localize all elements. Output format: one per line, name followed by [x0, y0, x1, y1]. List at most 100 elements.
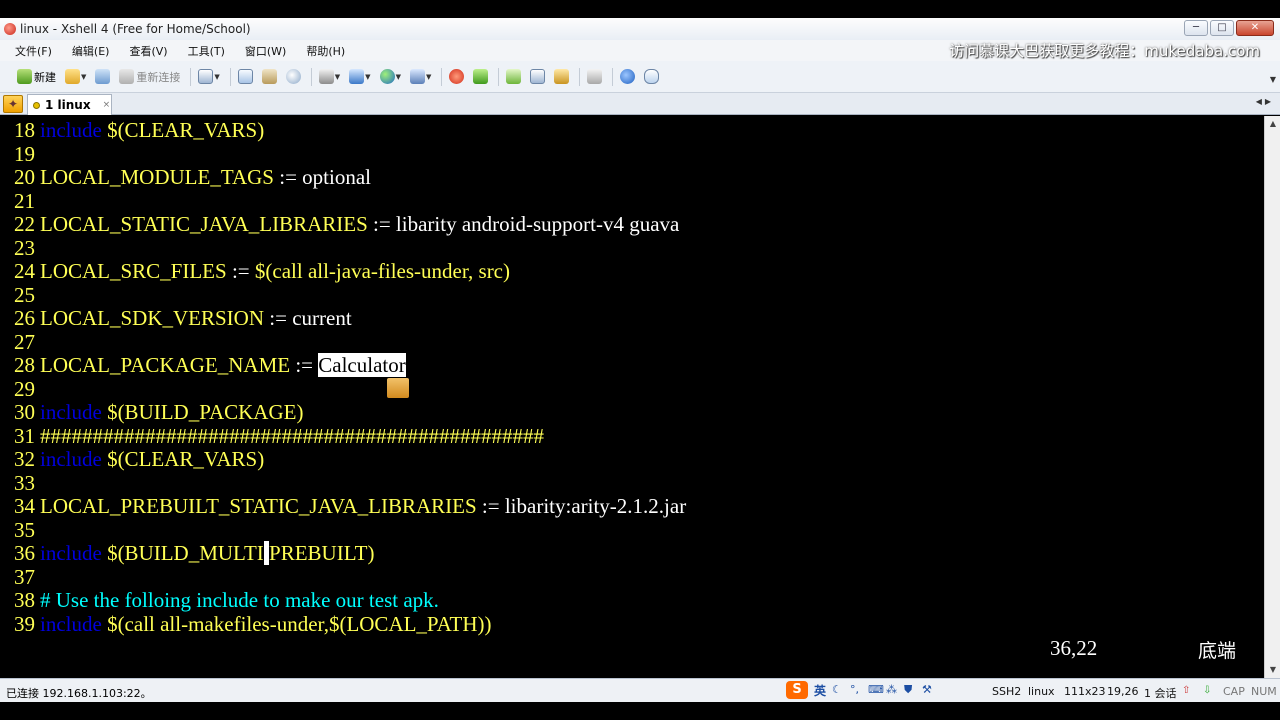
session-manager-icon[interactable]: ✦: [3, 95, 23, 113]
terminal-line: 25: [14, 283, 40, 307]
menu-file[interactable]: 文件(F): [12, 41, 55, 61]
keyboard-button[interactable]: [584, 66, 605, 88]
copy-icon: [237, 69, 253, 84]
chevron-down-icon: ▼: [425, 72, 432, 81]
chevron-down-icon: ▼: [81, 72, 87, 81]
line-number: 37: [14, 564, 35, 589]
xmanager-button[interactable]: [470, 66, 491, 88]
maximize-button[interactable]: □: [1210, 20, 1234, 36]
toolbar-separator: [579, 67, 581, 86]
toolbar-separator: [190, 67, 192, 86]
new-session-button[interactable]: 新建: [14, 66, 59, 88]
terminal-line: 22 LOCAL_STATIC_JAVA_LIBRARIES := libarit…: [14, 212, 679, 236]
terminal-line: 37: [14, 565, 40, 589]
toolbar-separator: [441, 67, 443, 86]
terminal-line: 33: [14, 471, 40, 495]
close-button[interactable]: ✕: [1236, 20, 1274, 36]
paste-button[interactable]: [259, 66, 280, 88]
tab-scroll-arrows-icon[interactable]: ◀▶: [1256, 97, 1274, 106]
moon-icon[interactable]: ☾: [832, 684, 844, 696]
terminal-line: 24 LOCAL_SRC_FILES := $(call all-java-fil…: [14, 259, 510, 283]
code-token: LOCAL_MODULE_TAGS: [40, 165, 274, 189]
shirt-icon[interactable]: ⛊: [904, 684, 916, 696]
keyboard-icon[interactable]: ⌨: [868, 684, 884, 696]
status-bar: 已连接 192.168.1.103:22。 S 英 ☾ °, ⌨ ⁂ ⛊ ⚒ S…: [0, 678, 1280, 702]
skin-icon[interactable]: ⁂: [886, 684, 898, 696]
xshell-app-icon[interactable]: [4, 23, 16, 35]
properties-button[interactable]: ▼: [195, 66, 222, 88]
ime-floating-icon[interactable]: [387, 378, 409, 398]
line-number: 25: [14, 282, 35, 307]
line-number: 38: [14, 588, 35, 612]
scroll-down-icon[interactable]: ▼: [1265, 662, 1280, 678]
menu-window[interactable]: 窗口(W): [242, 41, 289, 61]
include-keyword: include: [40, 611, 102, 636]
grid-icon: [506, 69, 522, 84]
terminal-line: 36 include $(BUILD_MULTI PREBUILT): [14, 541, 374, 565]
terminal-line: 21: [14, 189, 40, 213]
xmanager-icon: [473, 69, 489, 84]
toolbar-separator: [498, 67, 500, 86]
tab-linux[interactable]: 1 linux ×: [27, 94, 112, 115]
terminal-size-label: 111x23: [1064, 685, 1106, 698]
vim-cursor-position: 36,22: [1050, 636, 1098, 660]
mouse-ibeam-icon: I: [814, 390, 820, 411]
open-folder-button[interactable]: ▼: [62, 66, 89, 88]
window-title: linux - Xshell 4 (Free for Home/School): [20, 22, 251, 36]
title-bar: linux - Xshell 4 (Free for Home/School) …: [0, 18, 1280, 40]
terminal-screen[interactable]: 18 include $(CLEAR_VARS) 19 20 LOCAL_MODULE_…: [0, 116, 1264, 678]
line-number: 26: [14, 306, 35, 330]
lock-button[interactable]: [551, 66, 572, 88]
code-text: := optional: [273, 165, 371, 189]
line-number: 29: [14, 376, 35, 401]
menu-tools[interactable]: 工具(T): [185, 41, 228, 61]
line-number: 32: [14, 447, 35, 471]
tab-close-icon[interactable]: ×: [103, 100, 111, 110]
reconnect-button[interactable]: 重新连接: [116, 66, 183, 88]
find-button[interactable]: [283, 66, 304, 88]
transfer-button[interactable]: ▼: [346, 66, 373, 88]
help-button[interactable]: [617, 66, 638, 88]
code-token: LOCAL_PREBUILT_STATIC_JAVA_LIBRARIES: [40, 494, 477, 518]
vertical-scrollbar[interactable]: ▲ ▼: [1264, 116, 1280, 678]
chat-button[interactable]: [641, 66, 662, 88]
globe-button[interactable]: ▼: [377, 66, 404, 88]
terminal-line: 26 LOCAL_SDK_VERSION := current: [14, 306, 352, 330]
ime-language-toggle[interactable]: 英: [814, 682, 826, 699]
minimize-button[interactable]: ─: [1184, 20, 1208, 36]
line-number: 35: [14, 517, 35, 542]
xftp-button[interactable]: [446, 66, 467, 88]
ime-toolbar: S 英 ☾ °, ⌨ ⁂ ⛊ ⚒: [786, 681, 934, 699]
script-button[interactable]: ▼: [407, 66, 434, 88]
layout-button[interactable]: [503, 66, 524, 88]
terminal-line: 27: [14, 330, 40, 354]
menu-view[interactable]: 查看(V): [126, 41, 170, 61]
line-number: 27: [14, 329, 35, 354]
punctuation-icon[interactable]: °,: [850, 684, 862, 696]
terminal-line: 34 LOCAL_PREBUILT_STATIC_JAVA_LIBRARIES :…: [14, 494, 686, 518]
printer-icon: [318, 69, 334, 84]
sogou-ime-icon[interactable]: S: [786, 681, 808, 699]
menu-help[interactable]: 帮助(H): [303, 41, 348, 61]
toolbar-overflow-icon[interactable]: ▼: [1270, 75, 1276, 84]
chevron-down-icon: ▼: [395, 72, 401, 81]
fullscreen-button[interactable]: [527, 66, 548, 88]
print-button[interactable]: ▼: [316, 66, 343, 88]
scroll-up-icon[interactable]: ▲: [1265, 116, 1280, 132]
watermark-text: 访问慕课大巴获取更多教程：mukedaba.com: [949, 42, 1260, 60]
fullscreen-icon: [530, 69, 546, 84]
terminal-line: 20 LOCAL_MODULE_TAGS := optional: [14, 165, 371, 189]
code-token: $(call all-makefiles-under,$(LOCAL_PATH)…: [101, 611, 492, 636]
session-status-icon: [33, 101, 40, 109]
line-number: 31: [14, 423, 35, 448]
code-text: := libarity:arity-2.1.2.jar: [476, 494, 687, 518]
line-number: 22: [14, 212, 35, 236]
download-icon: ⇩: [1203, 685, 1212, 696]
menu-edit[interactable]: 编辑(E): [69, 41, 113, 61]
copy-button[interactable]: [235, 66, 256, 88]
toolbar-separator: [310, 67, 312, 86]
code-token: $(BUILD_MULTI: [101, 541, 264, 565]
wrench-icon[interactable]: ⚒: [922, 684, 934, 696]
highlighted-text: Calculator: [318, 353, 406, 377]
connect-button[interactable]: [92, 66, 113, 88]
